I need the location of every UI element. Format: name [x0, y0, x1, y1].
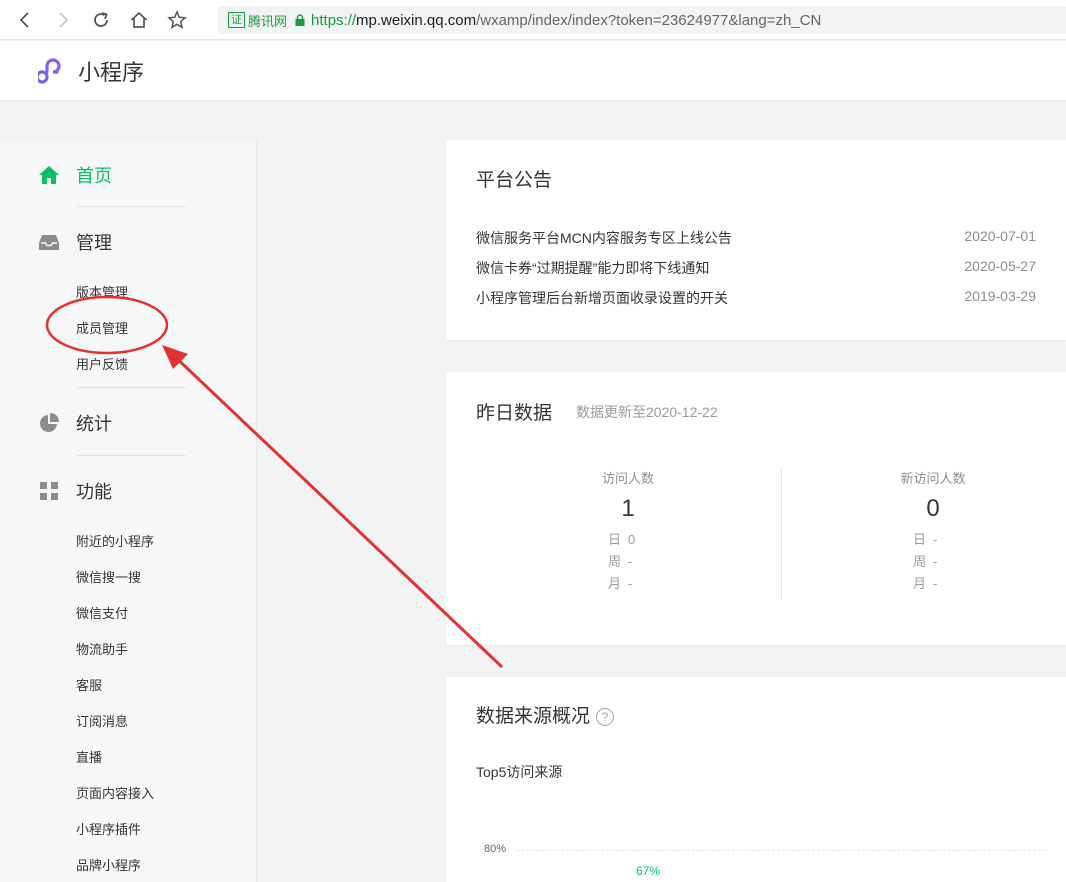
grid-icon — [38, 480, 60, 502]
sidebar-item-user-feedback[interactable]: 用户反馈 — [76, 354, 128, 373]
notice-text[interactable]: 微信卡券“过期提醒”能力即将下线通知 — [476, 258, 709, 278]
sidebar-item-label: 统计 — [76, 414, 112, 434]
sidebar-item-logistics[interactable]: 物流助手 — [76, 639, 128, 658]
month-label: 月 — [608, 576, 622, 591]
divider — [76, 455, 186, 456]
bar-value-label: 67% — [636, 864, 661, 878]
day-label: 日 — [913, 532, 927, 547]
day-value: 0 — [628, 532, 636, 547]
month-label: 月 — [913, 576, 927, 591]
month-value: - — [628, 576, 633, 591]
sidebar-item-features[interactable]: 功能 — [38, 478, 112, 504]
sidebar: 首页 管理 版本管理 成员管理 用户反馈 统计 功能 附近的小程序 微信搜一搜 … — [0, 140, 257, 882]
sidebar-item-label: 首页 — [76, 166, 112, 186]
home-outline-icon — [130, 11, 148, 28]
sidebar-item-label: 管理 — [76, 233, 112, 253]
forward-arrow-icon — [59, 11, 69, 28]
month-value: - — [933, 576, 938, 591]
sidebar-item-live[interactable]: 直播 — [76, 747, 102, 766]
browser-toolbar: 证 腾讯网 https://mp.weixin.qq.com/wxamp/ind… — [0, 0, 1066, 40]
stat-label: 新访问人数 — [900, 471, 966, 486]
sidebar-item-version-manage[interactable]: 版本管理 — [76, 282, 128, 301]
reload-button[interactable] — [82, 0, 120, 40]
mini-program-logo-icon[interactable] — [38, 56, 72, 86]
bookmark-button[interactable] — [158, 0, 196, 40]
sidebar-item-label: 功能 — [76, 482, 112, 502]
sidebar-item-subscribe-message[interactable]: 订阅消息 — [76, 711, 128, 730]
source-title: 数据来源概况? — [476, 701, 615, 728]
sidebar-item-manage[interactable]: 管理 — [38, 229, 112, 255]
notice-text[interactable]: 小程序管理后台新增页面收录设置的开关 — [476, 288, 728, 308]
top5-label: Top5访问来源 — [476, 764, 563, 780]
sidebar-item-member-manage[interactable]: 成员管理 — [76, 318, 128, 337]
notice-date: 2020-07-01 — [964, 228, 1036, 244]
sidebar-item-wechat-pay[interactable]: 微信支付 — [76, 603, 128, 622]
stat-value: 0 — [926, 495, 940, 522]
certificate-org: 腾讯网 — [248, 13, 288, 29]
y-tick-label: 80% — [484, 843, 507, 855]
week-label: 周 — [608, 554, 622, 569]
yesterday-data-card: 昨日数据 数据更新至2020-12-22 访问人数 1 日0 周- 月- 新访问… — [446, 372, 1066, 645]
back-button[interactable] — [6, 0, 44, 40]
notice-card: 平台公告 微信服务平台MCN内容服务专区上线公告 2020-07-01 微信卡券… — [446, 140, 1066, 340]
notice-row[interactable]: 小程序管理后台新增页面收录设置的开关 2019-03-29 — [476, 288, 1036, 308]
sidebar-item-brand[interactable]: 品牌小程序 — [76, 855, 141, 874]
star-icon — [167, 9, 187, 29]
sidebar-item-nearby[interactable]: 附近的小程序 — [76, 531, 154, 550]
notice-row[interactable]: 微信服务平台MCN内容服务专区上线公告 2020-07-01 — [476, 228, 1036, 248]
sidebar-item-customer-service[interactable]: 客服 — [76, 675, 102, 694]
day-value: - — [933, 532, 938, 547]
visitors-stat: 访问人数 1 日0 周- 月- — [478, 468, 778, 595]
notice-date: 2020-05-27 — [964, 258, 1036, 274]
certificate-icon: 证 — [228, 12, 245, 28]
reload-icon — [94, 11, 108, 27]
lock-icon — [295, 14, 305, 26]
help-icon[interactable]: ? — [596, 707, 615, 726]
back-arrow-icon — [19, 11, 29, 28]
app-title: 小程序 — [78, 59, 145, 85]
week-value: - — [933, 554, 938, 569]
notice-title: 平台公告 — [476, 170, 553, 191]
url-path: /wxamp/index/index?token=23624977&lang=z… — [476, 11, 822, 29]
stat-value: 1 — [621, 495, 635, 522]
forward-button[interactable] — [44, 0, 82, 40]
notice-row[interactable]: 微信卡券“过期提醒”能力即将下线通知 2020-05-27 — [476, 258, 1036, 278]
address-bar[interactable]: 证 腾讯网 https://mp.weixin.qq.com/wxamp/ind… — [218, 6, 1066, 34]
url-scheme: https:// — [311, 11, 357, 29]
chart-gridline — [516, 850, 1046, 851]
source-overview-card: 数据来源概况? Top5访问来源 80% 67% — [446, 677, 1066, 882]
home-button[interactable] — [120, 0, 158, 40]
source-title-text: 数据来源概况 — [476, 706, 591, 727]
url-host: mp.weixin.qq.com — [356, 11, 477, 29]
divider — [76, 387, 186, 388]
new-visitors-stat: 新访问人数 0 日- 周- 月- — [783, 468, 1066, 595]
sidebar-item-home[interactable]: 首页 — [38, 162, 112, 188]
day-label: 日 — [608, 532, 622, 547]
inbox-icon — [38, 231, 60, 253]
app-header: 小程序 — [0, 41, 1066, 100]
home-icon — [38, 164, 60, 186]
certificate-badge[interactable]: 证 腾讯网 — [228, 11, 287, 30]
stat-label: 访问人数 — [601, 471, 654, 486]
divider — [781, 468, 782, 600]
week-label: 周 — [913, 554, 927, 569]
update-note: 数据更新至2020-12-22 — [576, 404, 718, 420]
sidebar-item-stats[interactable]: 统计 — [38, 410, 112, 436]
pie-chart-icon — [38, 412, 60, 434]
notice-text[interactable]: 微信服务平台MCN内容服务专区上线公告 — [476, 228, 732, 248]
divider — [76, 206, 186, 207]
yesterday-title: 昨日数据 — [476, 403, 553, 424]
sidebar-item-page-content[interactable]: 页面内容接入 — [76, 783, 154, 802]
notice-date: 2019-03-29 — [964, 288, 1036, 304]
sidebar-item-wechat-search[interactable]: 微信搜一搜 — [76, 567, 141, 586]
stat-breakdown: 日- 周- 月- — [783, 529, 1066, 595]
stat-breakdown: 日0 周- 月- — [478, 529, 778, 595]
week-value: - — [628, 554, 633, 569]
sidebar-item-plugins[interactable]: 小程序插件 — [76, 819, 141, 838]
